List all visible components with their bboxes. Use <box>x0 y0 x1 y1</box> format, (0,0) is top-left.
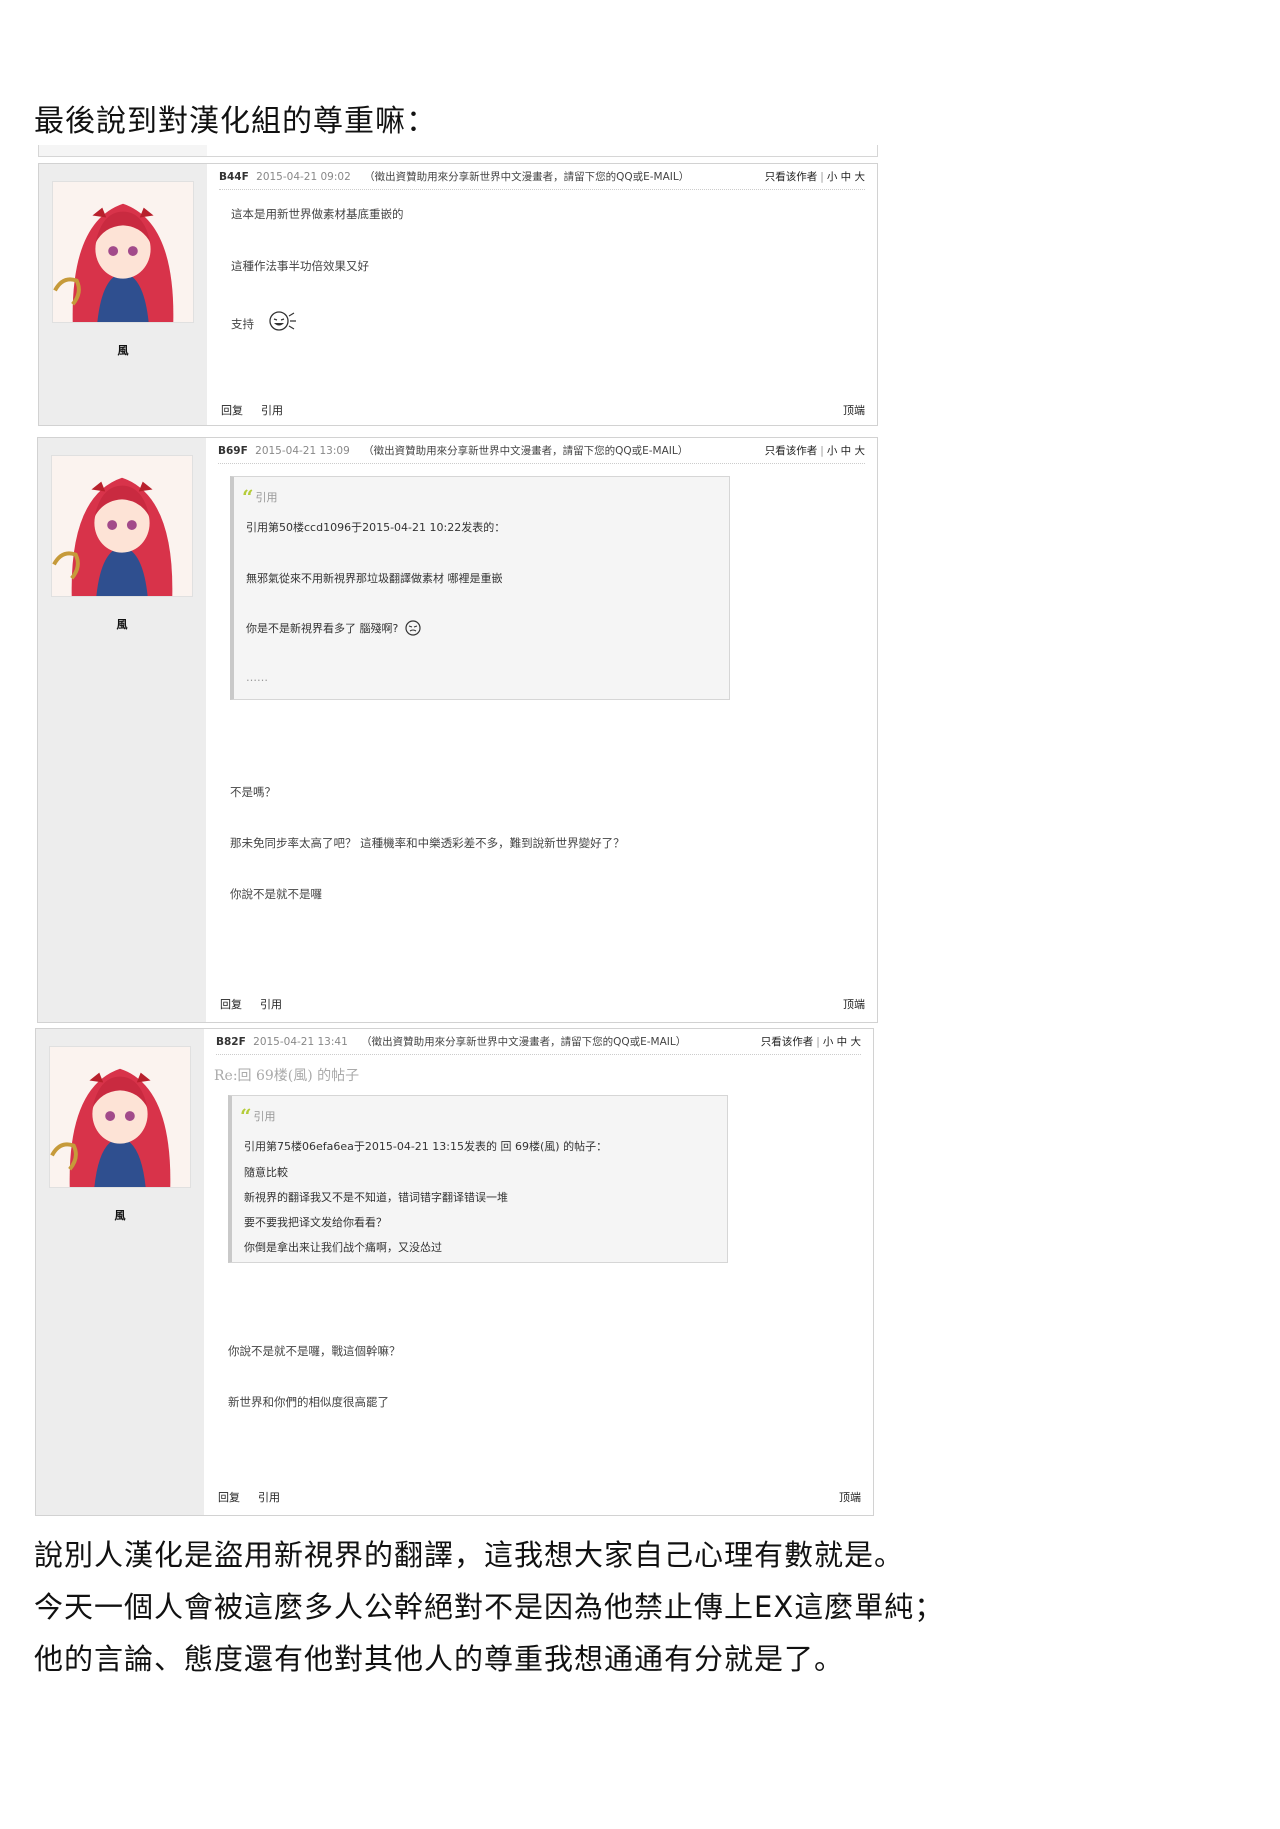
username[interactable]: 風 <box>39 342 207 358</box>
laughing-face-icon <box>268 310 298 335</box>
post-meta-bar: B69F 2015-04-21 13:09 （徵出資贊助用來分享新世界中文漫畫者… <box>218 442 865 464</box>
avatar[interactable] <box>52 181 194 323</box>
quote-line: 引用第50楼ccd1096于2015-04-21 10:22发表的： <box>246 521 506 534</box>
previous-post-edge <box>38 145 878 157</box>
avatar[interactable] <box>51 455 193 597</box>
reply-button[interactable]: 回复 <box>221 404 243 417</box>
quote-block: “引用 引用第50楼ccd1096于2015-04-21 10:22发表的： 無… <box>230 476 730 700</box>
quote-line: 你倒是拿出来让我们战个痛啊，又没怂过 <box>244 1241 442 1254</box>
username[interactable]: 風 <box>38 616 206 632</box>
anime-girl-avatar-icon <box>50 1047 190 1187</box>
font-small-link[interactable]: 小 <box>823 1036 834 1048</box>
post-text-line: 你說不是就不是囉，戰這個幹嘛？ <box>228 1344 401 1358</box>
quote-header: “引用 <box>240 1104 276 1128</box>
only-author-link[interactable]: 只看该作者 <box>761 1036 814 1048</box>
post-date: 2015-04-21 13:09 <box>255 445 350 457</box>
meta-separator: | <box>820 445 824 457</box>
post-text-line: 這本是用新世界做素材基底重嵌的 <box>231 207 404 221</box>
font-medium-link[interactable]: 中 <box>841 171 852 183</box>
floor-number: B82F <box>216 1036 246 1048</box>
angry-face-icon <box>404 620 422 639</box>
quote-button[interactable]: 引用 <box>261 404 283 417</box>
post-notice: （徵出資贊助用來分享新世界中文漫畫者，請留下您的QQ或E-MAIL） <box>364 171 690 183</box>
anime-girl-avatar-icon <box>52 456 192 596</box>
font-medium-link[interactable]: 中 <box>841 445 852 457</box>
quote-header: “引用 <box>242 485 278 509</box>
forum-post-b44f: 風 B44F 2015-04-21 09:02 （徵出資贊助用來分享新世界中文漫… <box>38 163 878 426</box>
forum-post-b69f: 風 B69F 2015-04-21 13:09 （徵出資贊助用來分享新世界中文漫… <box>37 437 878 1023</box>
back-to-top-button[interactable]: 顶端 <box>843 402 865 418</box>
forum-post-b82f: 風 B82F 2015-04-21 13:41 （徵出資贊助用來分享新世界中文漫… <box>35 1028 874 1516</box>
font-large-link[interactable]: 大 <box>851 1036 862 1048</box>
quote-line: 你是不是新視界看多了 腦殘啊? <box>246 620 422 639</box>
only-author-link[interactable]: 只看该作者 <box>765 171 818 183</box>
post-text: 支持 <box>231 317 254 331</box>
font-small-link[interactable]: 小 <box>827 445 838 457</box>
post-author-panel: 風 <box>39 164 207 425</box>
post-text-line: 不是嗎？ <box>230 785 276 799</box>
floor-number: B44F <box>219 171 249 183</box>
back-to-top-button[interactable]: 顶端 <box>843 996 865 1012</box>
only-author-link[interactable]: 只看该作者 <box>765 445 818 457</box>
post-date: 2015-04-21 09:02 <box>256 171 351 183</box>
footer-paragraph-line: 今天一個人會被這麼多人公幹絕對不是因為他禁止傳上EX這麼單純； <box>34 1590 945 1624</box>
reply-button[interactable]: 回复 <box>218 1491 240 1504</box>
quote-block: “引用 引用第75楼06efa6ea于2015-04-21 13:15发表的 回… <box>228 1095 728 1263</box>
post-author-panel: 風 <box>38 438 206 1022</box>
font-large-link[interactable]: 大 <box>855 171 866 183</box>
quote-line: 隨意比較 <box>244 1166 288 1179</box>
font-medium-link[interactable]: 中 <box>837 1036 848 1048</box>
post-meta-bar: B44F 2015-04-21 09:02 （徵出資贊助用來分享新世界中文漫畫者… <box>219 168 865 190</box>
anime-girl-avatar-icon <box>53 182 193 322</box>
post-meta-bar: B82F 2015-04-21 13:41 （徵出資贊助用來分享新世界中文漫畫者… <box>216 1033 861 1055</box>
post-author-panel: 風 <box>36 1029 204 1515</box>
avatar[interactable] <box>49 1046 191 1188</box>
quote-mark-icon: “ <box>242 485 254 509</box>
post-text-line: 這種作法事半功倍效果又好 <box>231 259 369 273</box>
post-text-line: 支持 <box>231 310 298 335</box>
post-text-line: 你說不是就不是囉 <box>230 887 322 901</box>
post-actions: 回复 引用 <box>221 402 301 418</box>
username[interactable]: 風 <box>36 1207 204 1223</box>
quote-ellipsis: …… <box>246 671 268 684</box>
meta-separator: | <box>820 171 824 183</box>
post-actions: 回复 引用 <box>218 1489 298 1505</box>
footer-paragraph-line: 說別人漢化是盜用新視界的翻譯，這我想大家自己心理有數就是。 <box>34 1538 905 1572</box>
post-notice: （徵出資贊助用來分享新世界中文漫畫者，請留下您的QQ或E-MAIL） <box>361 1036 687 1048</box>
quote-button[interactable]: 引用 <box>260 998 282 1011</box>
quote-line: 引用第75楼06efa6ea于2015-04-21 13:15发表的 回 69楼… <box>244 1140 608 1153</box>
post-text-line: 新世界和你們的相似度很高罷了 <box>228 1395 389 1409</box>
reply-button[interactable]: 回复 <box>220 998 242 1011</box>
quote-line: 新視界的翻译我又不是不知道，错词错字翻译错误一堆 <box>244 1191 508 1204</box>
page-heading: 最後說到對漢化組的尊重嘛： <box>34 104 437 139</box>
font-large-link[interactable]: 大 <box>855 445 866 457</box>
quote-mark-icon: “ <box>240 1104 252 1128</box>
post-actions: 回复 引用 <box>220 996 300 1012</box>
quote-label: 引用 <box>253 1110 276 1123</box>
meta-separator: | <box>816 1036 820 1048</box>
quote-label: 引用 <box>255 491 278 504</box>
font-small-link[interactable]: 小 <box>827 171 838 183</box>
quote-line: 要不要我把译文发给你看看？ <box>244 1216 387 1229</box>
post-text-line: 那未免同步率太高了吧？ 這種機率和中樂透彩差不多，難到說新世界變好了？ <box>230 836 625 850</box>
quote-line: 無邪氣從來不用新視界那垃圾翻譯做素材 哪裡是重嵌 <box>246 572 503 585</box>
floor-number: B69F <box>218 445 248 457</box>
footer-paragraph-line: 他的言論、態度還有他對其他人的尊重我想通通有分就是了。 <box>34 1642 845 1676</box>
back-to-top-button[interactable]: 顶端 <box>839 1489 861 1505</box>
post-notice: （徵出資贊助用來分享新世界中文漫畫者，請留下您的QQ或E-MAIL） <box>363 445 689 457</box>
quote-text: 你是不是新視界看多了 腦殘啊? <box>246 622 399 635</box>
post-date: 2015-04-21 13:41 <box>253 1036 348 1048</box>
quote-button[interactable]: 引用 <box>258 1491 280 1504</box>
reply-title: Re:回 69楼(風) 的帖子 <box>214 1068 360 1084</box>
